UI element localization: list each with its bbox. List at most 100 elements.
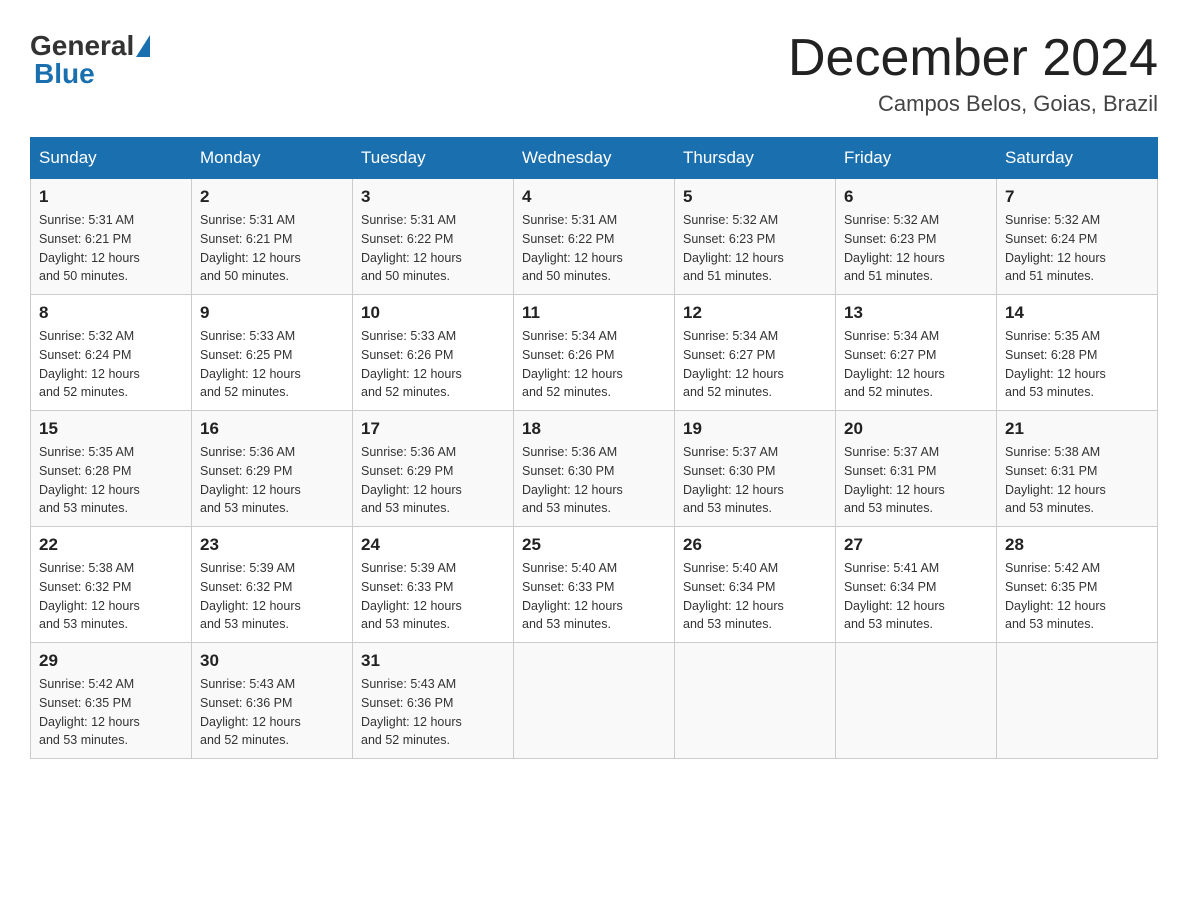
day-number: 4: [522, 187, 666, 207]
calendar-cell: [514, 643, 675, 759]
day-number: 20: [844, 419, 988, 439]
day-number: 29: [39, 651, 183, 671]
day-number: 21: [1005, 419, 1149, 439]
day-info: Sunrise: 5:38 AMSunset: 6:32 PMDaylight:…: [39, 561, 140, 631]
day-info: Sunrise: 5:32 AMSunset: 6:24 PMDaylight:…: [39, 329, 140, 399]
calendar-cell: 19 Sunrise: 5:37 AMSunset: 6:30 PMDaylig…: [675, 411, 836, 527]
calendar-cell: 3 Sunrise: 5:31 AMSunset: 6:22 PMDayligh…: [353, 179, 514, 295]
logo-triangle-icon: [136, 35, 150, 57]
calendar-cell: 8 Sunrise: 5:32 AMSunset: 6:24 PMDayligh…: [31, 295, 192, 411]
day-number: 26: [683, 535, 827, 555]
calendar-cell: 31 Sunrise: 5:43 AMSunset: 6:36 PMDaylig…: [353, 643, 514, 759]
day-info: Sunrise: 5:31 AMSunset: 6:21 PMDaylight:…: [39, 213, 140, 283]
day-number: 31: [361, 651, 505, 671]
day-info: Sunrise: 5:35 AMSunset: 6:28 PMDaylight:…: [39, 445, 140, 515]
week-row-4: 22 Sunrise: 5:38 AMSunset: 6:32 PMDaylig…: [31, 527, 1158, 643]
day-info: Sunrise: 5:37 AMSunset: 6:30 PMDaylight:…: [683, 445, 784, 515]
calendar-cell: [997, 643, 1158, 759]
day-info: Sunrise: 5:34 AMSunset: 6:27 PMDaylight:…: [683, 329, 784, 399]
day-info: Sunrise: 5:34 AMSunset: 6:26 PMDaylight:…: [522, 329, 623, 399]
calendar-cell: 29 Sunrise: 5:42 AMSunset: 6:35 PMDaylig…: [31, 643, 192, 759]
day-info: Sunrise: 5:31 AMSunset: 6:21 PMDaylight:…: [200, 213, 301, 283]
calendar-cell: 2 Sunrise: 5:31 AMSunset: 6:21 PMDayligh…: [192, 179, 353, 295]
col-tuesday: Tuesday: [353, 138, 514, 179]
title-area: December 2024 Campos Belos, Goias, Brazi…: [788, 30, 1158, 117]
day-info: Sunrise: 5:32 AMSunset: 6:24 PMDaylight:…: [1005, 213, 1106, 283]
calendar-cell: 28 Sunrise: 5:42 AMSunset: 6:35 PMDaylig…: [997, 527, 1158, 643]
calendar-cell: 10 Sunrise: 5:33 AMSunset: 6:26 PMDaylig…: [353, 295, 514, 411]
calendar-cell: 4 Sunrise: 5:31 AMSunset: 6:22 PMDayligh…: [514, 179, 675, 295]
col-friday: Friday: [836, 138, 997, 179]
calendar-cell: 14 Sunrise: 5:35 AMSunset: 6:28 PMDaylig…: [997, 295, 1158, 411]
calendar-cell: [836, 643, 997, 759]
calendar-cell: 9 Sunrise: 5:33 AMSunset: 6:25 PMDayligh…: [192, 295, 353, 411]
day-number: 10: [361, 303, 505, 323]
day-info: Sunrise: 5:38 AMSunset: 6:31 PMDaylight:…: [1005, 445, 1106, 515]
day-number: 3: [361, 187, 505, 207]
day-info: Sunrise: 5:40 AMSunset: 6:34 PMDaylight:…: [683, 561, 784, 631]
day-number: 14: [1005, 303, 1149, 323]
day-number: 22: [39, 535, 183, 555]
day-number: 11: [522, 303, 666, 323]
day-number: 17: [361, 419, 505, 439]
logo-blue: Blue: [34, 58, 95, 89]
day-number: 30: [200, 651, 344, 671]
col-sunday: Sunday: [31, 138, 192, 179]
calendar-cell: 16 Sunrise: 5:36 AMSunset: 6:29 PMDaylig…: [192, 411, 353, 527]
day-number: 24: [361, 535, 505, 555]
day-number: 13: [844, 303, 988, 323]
day-info: Sunrise: 5:33 AMSunset: 6:26 PMDaylight:…: [361, 329, 462, 399]
day-number: 23: [200, 535, 344, 555]
calendar-cell: 7 Sunrise: 5:32 AMSunset: 6:24 PMDayligh…: [997, 179, 1158, 295]
col-wednesday: Wednesday: [514, 138, 675, 179]
calendar-cell: 23 Sunrise: 5:39 AMSunset: 6:32 PMDaylig…: [192, 527, 353, 643]
month-title: December 2024: [788, 30, 1158, 87]
col-thursday: Thursday: [675, 138, 836, 179]
calendar-cell: 22 Sunrise: 5:38 AMSunset: 6:32 PMDaylig…: [31, 527, 192, 643]
day-number: 9: [200, 303, 344, 323]
calendar-cell: 21 Sunrise: 5:38 AMSunset: 6:31 PMDaylig…: [997, 411, 1158, 527]
day-info: Sunrise: 5:32 AMSunset: 6:23 PMDaylight:…: [683, 213, 784, 283]
day-info: Sunrise: 5:35 AMSunset: 6:28 PMDaylight:…: [1005, 329, 1106, 399]
calendar-cell: 5 Sunrise: 5:32 AMSunset: 6:23 PMDayligh…: [675, 179, 836, 295]
day-info: Sunrise: 5:36 AMSunset: 6:29 PMDaylight:…: [200, 445, 301, 515]
day-number: 15: [39, 419, 183, 439]
day-info: Sunrise: 5:31 AMSunset: 6:22 PMDaylight:…: [361, 213, 462, 283]
day-info: Sunrise: 5:43 AMSunset: 6:36 PMDaylight:…: [361, 677, 462, 747]
day-number: 12: [683, 303, 827, 323]
page-header: General Blue December 2024 Campos Belos,…: [30, 30, 1158, 117]
col-saturday: Saturday: [997, 138, 1158, 179]
calendar-cell: 6 Sunrise: 5:32 AMSunset: 6:23 PMDayligh…: [836, 179, 997, 295]
calendar-table: Sunday Monday Tuesday Wednesday Thursday…: [30, 137, 1158, 759]
calendar-header-row: Sunday Monday Tuesday Wednesday Thursday…: [31, 138, 1158, 179]
day-number: 6: [844, 187, 988, 207]
week-row-2: 8 Sunrise: 5:32 AMSunset: 6:24 PMDayligh…: [31, 295, 1158, 411]
location: Campos Belos, Goias, Brazil: [788, 91, 1158, 117]
day-number: 16: [200, 419, 344, 439]
week-row-3: 15 Sunrise: 5:35 AMSunset: 6:28 PMDaylig…: [31, 411, 1158, 527]
day-number: 7: [1005, 187, 1149, 207]
calendar-cell: 30 Sunrise: 5:43 AMSunset: 6:36 PMDaylig…: [192, 643, 353, 759]
calendar-cell: 13 Sunrise: 5:34 AMSunset: 6:27 PMDaylig…: [836, 295, 997, 411]
day-number: 25: [522, 535, 666, 555]
day-info: Sunrise: 5:41 AMSunset: 6:34 PMDaylight:…: [844, 561, 945, 631]
day-number: 18: [522, 419, 666, 439]
day-info: Sunrise: 5:40 AMSunset: 6:33 PMDaylight:…: [522, 561, 623, 631]
day-info: Sunrise: 5:39 AMSunset: 6:32 PMDaylight:…: [200, 561, 301, 631]
day-info: Sunrise: 5:31 AMSunset: 6:22 PMDaylight:…: [522, 213, 623, 283]
calendar-cell: 11 Sunrise: 5:34 AMSunset: 6:26 PMDaylig…: [514, 295, 675, 411]
day-info: Sunrise: 5:37 AMSunset: 6:31 PMDaylight:…: [844, 445, 945, 515]
day-info: Sunrise: 5:42 AMSunset: 6:35 PMDaylight:…: [1005, 561, 1106, 631]
calendar-cell: 26 Sunrise: 5:40 AMSunset: 6:34 PMDaylig…: [675, 527, 836, 643]
day-number: 5: [683, 187, 827, 207]
day-number: 8: [39, 303, 183, 323]
calendar-cell: 20 Sunrise: 5:37 AMSunset: 6:31 PMDaylig…: [836, 411, 997, 527]
calendar-cell: 1 Sunrise: 5:31 AMSunset: 6:21 PMDayligh…: [31, 179, 192, 295]
day-info: Sunrise: 5:34 AMSunset: 6:27 PMDaylight:…: [844, 329, 945, 399]
week-row-1: 1 Sunrise: 5:31 AMSunset: 6:21 PMDayligh…: [31, 179, 1158, 295]
logo: General Blue: [30, 30, 152, 90]
day-info: Sunrise: 5:39 AMSunset: 6:33 PMDaylight:…: [361, 561, 462, 631]
day-number: 1: [39, 187, 183, 207]
day-info: Sunrise: 5:43 AMSunset: 6:36 PMDaylight:…: [200, 677, 301, 747]
day-info: Sunrise: 5:33 AMSunset: 6:25 PMDaylight:…: [200, 329, 301, 399]
